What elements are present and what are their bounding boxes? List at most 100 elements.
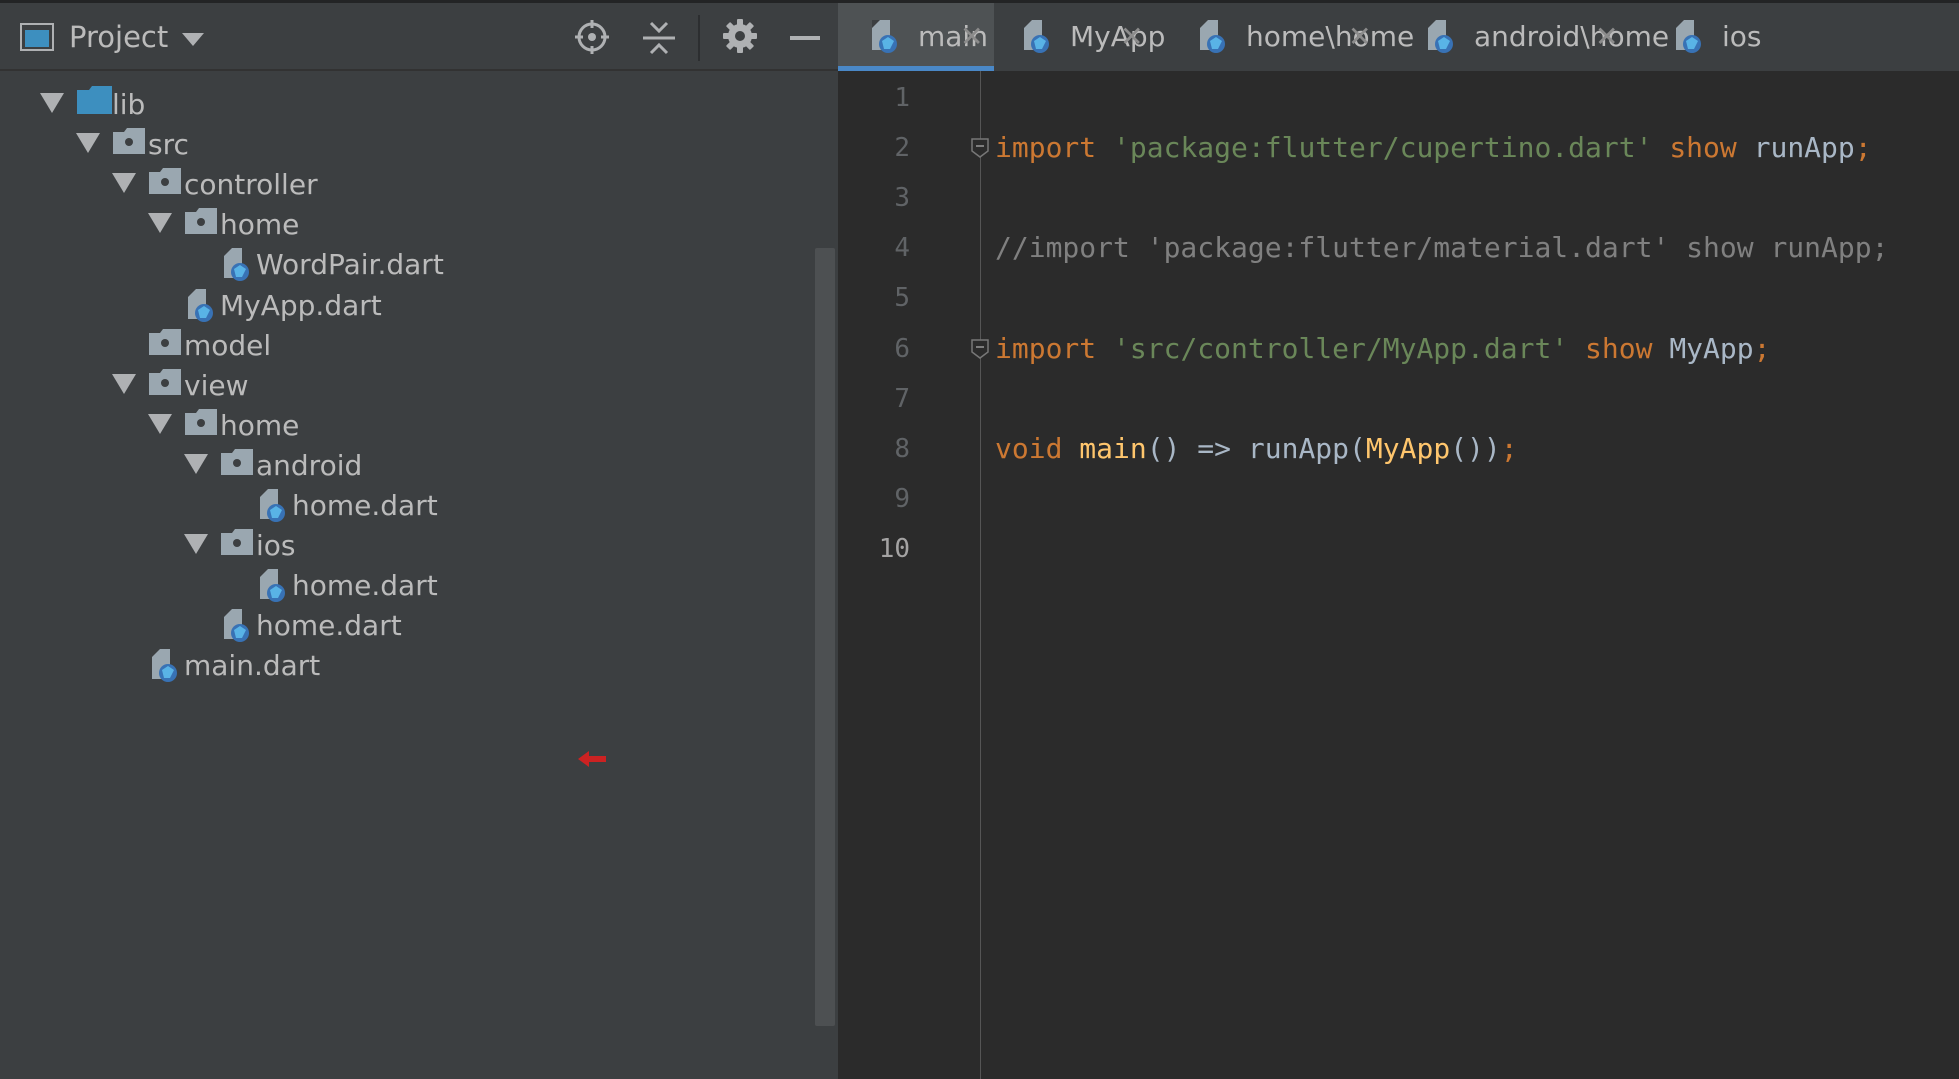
gutter-separator [980,71,981,1079]
editor-tab-android-home[interactable]: android\home ✕ [1408,3,1669,71]
code-token: //import 'package:flutter/material.dart'… [995,231,1889,265]
expand-arrow-icon[interactable] [148,413,172,434]
tree-file-home-dart[interactable]: home.dart [220,484,800,528]
code-line[interactable]: //import 'package:flutter/material.dart'… [995,230,1888,266]
fold-marker-icon[interactable] [971,338,989,359]
gear-icon[interactable] [722,18,758,54]
tree-folder-lib[interactable]: lib [40,83,800,127]
tree-item-label: home.dart [256,609,402,643]
project-tool-window: Project lib src controller home WordPair… [0,3,838,1079]
close-icon[interactable]: ✕ [1595,19,1618,55]
tree-folder-src[interactable]: src [76,123,800,167]
code-area[interactable]: 1 2 import 'package:flutter/cupertino.dart… [838,71,1959,1079]
tree-item-label: controller [184,168,318,202]
code-token: import [995,331,1097,365]
close-icon[interactable]: ✕ [960,19,983,55]
minimize-icon[interactable] [790,36,820,40]
line-number: 1 [894,83,910,113]
tab-label: ios [1722,20,1762,53]
dart-file-icon [1024,20,1049,53]
folder-icon [113,128,145,155]
code-token: MyApp [1652,331,1754,365]
code-token: ; [1753,331,1771,365]
line-number: 6 [894,333,910,364]
header-divider [698,15,700,61]
code-token: () => runApp( [1146,431,1366,465]
code-token: main [1079,431,1147,465]
project-panel-header: Project [0,3,838,71]
project-panel-title[interactable]: Project [69,19,168,55]
tab-label: home\home [1246,20,1415,53]
tree-folder-view[interactable]: view [112,364,800,408]
tree-folder-home[interactable]: home [148,404,800,448]
tree-file-myapp-dart[interactable]: MyApp.dart [148,284,800,328]
expand-arrow-icon[interactable] [40,93,64,113]
expand-arrow-icon[interactable] [76,133,100,154]
editor-tab-ios[interactable]: ios [1656,3,1796,71]
code-token: MyApp [1365,431,1451,465]
tree-folder-controller[interactable]: controller [112,163,800,207]
code-token: show [1669,131,1737,165]
tree-file-main-dart[interactable]: main.dart [112,644,800,688]
project-view-icon[interactable] [20,23,54,51]
tab-label: android\home [1474,20,1670,53]
line-number: 10 [878,533,910,564]
code-token: ; [1500,431,1518,465]
dart-file-icon [188,288,213,322]
dart-file-icon [1676,20,1701,53]
chevron-down-icon[interactable] [182,33,204,47]
code-token: 'package:flutter/cupertino.dart' [1113,131,1653,165]
editor-tab-main[interactable]: main ✕ [838,3,994,71]
tree-item-label: home [220,408,300,442]
tree-item-label: home.dart [292,569,438,603]
collapse-all-icon[interactable] [643,20,675,56]
code-line[interactable]: import 'package:flutter/cupertino.dart' … [995,130,1872,166]
expand-arrow-icon[interactable] [184,453,208,474]
expand-arrow-icon[interactable] [184,534,208,555]
fold-marker-icon[interactable] [971,138,989,159]
folder-icon [221,448,253,475]
tree-file-home-dart[interactable]: home.dart [220,564,800,608]
tree-folder-android[interactable]: android [184,444,800,488]
locate-icon[interactable] [575,20,609,54]
dart-file-icon [224,248,249,282]
code-token: runApp [1736,131,1855,165]
tree-item-label: lib [112,88,146,121]
tree-item-label: view [184,368,249,402]
dart-file-icon [1428,20,1453,53]
code-token: ()) [1450,431,1501,465]
expand-arrow-icon[interactable] [112,173,136,194]
tree-folder-home[interactable]: home [148,203,800,247]
code-token: ; [1854,131,1872,165]
tree-item-label: home.dart [292,489,438,522]
close-icon[interactable]: ✕ [1120,19,1143,55]
tree-file-home-dart[interactable]: home.dart [184,604,800,648]
dart-file-icon [872,20,897,53]
code-line[interactable]: void main() => runApp(MyApp()); [995,431,1518,467]
expand-arrow-icon[interactable] [148,213,172,234]
code-token: void [995,431,1063,465]
tree-item-label: ios [256,529,296,563]
code-line[interactable]: import 'src/controller/MyApp.dart' show … [995,331,1770,367]
editor-tab-home-home[interactable]: home\home ✕ [1180,3,1414,71]
code-token: import [995,131,1097,165]
editor-tab-myapp[interactable]: MyApp ✕ [1004,3,1170,71]
tree-folder-ios[interactable]: ios [184,524,800,568]
dart-file-icon [1200,20,1225,53]
tree-scrollbar[interactable] [815,248,835,1026]
code-token: 'src/controller/MyApp.dart' [1113,331,1569,365]
code-editor: main ✕ MyApp ✕ home\home ✕ android\home ✕ ios 12… [838,3,1959,1079]
line-number: 4 [894,233,910,264]
close-icon[interactable]: ✕ [1348,19,1371,55]
tree-folder-model[interactable]: model [112,324,800,368]
folder-icon [149,168,181,195]
dart-file-icon [260,569,285,603]
expand-arrow-icon[interactable] [112,373,136,394]
folder-icon [149,328,181,355]
folder-icon [221,529,253,556]
tree-file-wordpair-dart[interactable]: WordPair.dart [184,243,800,287]
